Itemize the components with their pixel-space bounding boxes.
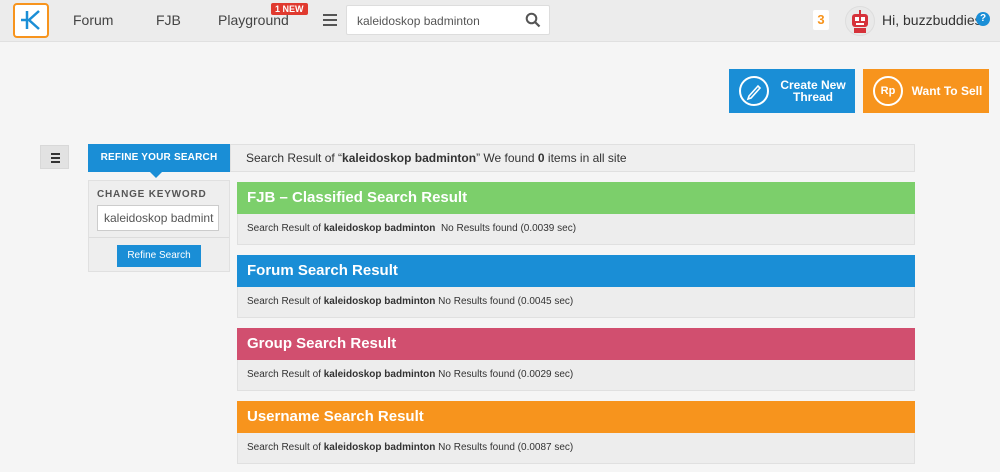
result-status: No Results found (0.0087 sec) <box>435 442 574 453</box>
search-icon[interactable] <box>525 12 541 28</box>
result-prefix: Search Result of <box>247 442 324 453</box>
divider <box>89 237 229 238</box>
avatar[interactable] <box>845 6 875 36</box>
change-keyword-label: CHANGE KEYWORD <box>97 189 207 200</box>
result-status: No Results found (0.0039 sec) <box>435 223 577 234</box>
search-input[interactable] <box>357 12 517 30</box>
forum-result-body: Search Result of kaleidoskop badminton N… <box>237 287 915 318</box>
summary-prefix: Search Result of “ <box>246 151 343 165</box>
username-result-header[interactable]: Username Search Result <box>237 401 915 433</box>
rupiah-icon: Rp <box>873 76 903 106</box>
create-thread-label: Create New Thread <box>780 78 846 104</box>
group-result-header[interactable]: Group Search Result <box>237 328 915 360</box>
sidebar-toggle-icon[interactable] <box>40 145 69 169</box>
summary-keyword: kaleidoskop badminton <box>342 151 477 165</box>
result-keyword: kaleidoskop badminton <box>323 296 436 307</box>
search-box <box>346 5 550 35</box>
result-status: No Results found (0.0029 sec) <box>435 369 574 380</box>
help-icon[interactable]: ? <box>976 12 990 26</box>
summary-count: 0 <box>537 151 545 165</box>
forum-result-header[interactable]: Forum Search Result <box>237 255 915 287</box>
keyword-input[interactable] <box>97 205 219 231</box>
result-keyword: kaleidoskop badminton <box>323 223 436 234</box>
nav-forum[interactable]: Forum <box>73 12 113 28</box>
summary-middle: ” We found <box>476 151 538 165</box>
result-prefix: Search Result of <box>247 296 324 307</box>
want-to-sell-button[interactable]: Rp Want To Sell <box>863 69 989 113</box>
result-keyword: kaleidoskop badminton <box>323 442 436 453</box>
rupiah-icon-text: Rp <box>880 85 896 97</box>
user-greeting[interactable]: Hi, buzzbuddies <box>882 12 982 28</box>
new-badge: 1 NEW <box>271 3 308 15</box>
notification-count[interactable]: 3 <box>813 10 829 30</box>
top-navbar: Forum FJB Playground 1 NEW 3 Hi, buzzbud… <box>0 0 1000 42</box>
create-thread-button[interactable]: Create New Thread <box>729 69 855 113</box>
result-status: No Results found (0.0045 sec) <box>435 296 574 307</box>
kaskus-logo-icon[interactable] <box>13 3 49 38</box>
refine-search-button[interactable]: Refine Search <box>117 245 201 267</box>
username-result-body: Search Result of kaleidoskop badminton N… <box>237 433 915 464</box>
pencil-icon <box>739 76 769 106</box>
refine-panel: CHANGE KEYWORD Refine Search <box>88 180 230 272</box>
search-summary: Search Result of “kaleidoskop badminton”… <box>230 144 915 172</box>
hamburger-menu-icon[interactable] <box>313 0 346 36</box>
nav-fjb[interactable]: FJB <box>156 12 181 28</box>
result-keyword: kaleidoskop badminton <box>323 369 436 380</box>
group-result-body: Search Result of kaleidoskop badminton N… <box>237 360 915 391</box>
fjb-result-body: Search Result of kaleidoskop badminton N… <box>237 214 915 245</box>
fjb-result-header[interactable]: FJB – Classified Search Result <box>237 182 915 214</box>
want-to-sell-label: Want To Sell <box>911 84 983 98</box>
result-prefix: Search Result of <box>247 369 324 380</box>
result-prefix: Search Result of <box>247 223 324 234</box>
tab-refine-search[interactable]: REFINE YOUR SEARCH <box>88 144 230 178</box>
robot-avatar-icon <box>852 10 868 33</box>
summary-suffix: items in all site <box>544 151 627 165</box>
